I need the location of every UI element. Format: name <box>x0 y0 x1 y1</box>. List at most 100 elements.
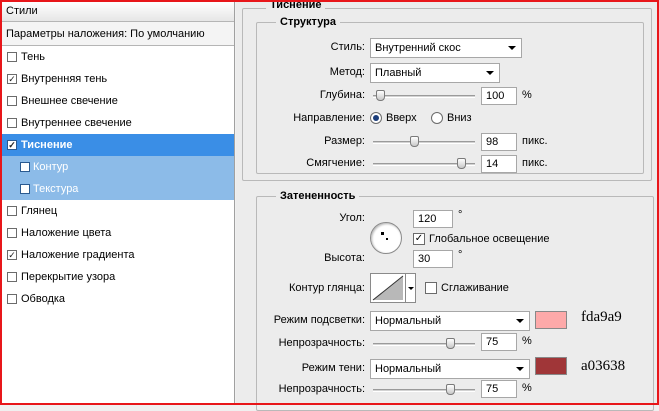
direction-down-radio[interactable] <box>431 112 443 124</box>
style-item-checkbox[interactable] <box>20 184 30 194</box>
section-title: Тиснение <box>266 0 326 11</box>
soften-input[interactable]: 14 <box>481 155 517 173</box>
style-item-label: Обводка <box>21 293 66 305</box>
highlight-opacity-slider[interactable] <box>373 338 475 350</box>
style-item-checkbox[interactable] <box>7 228 17 238</box>
highlight-opacity-unit: % <box>522 335 532 347</box>
altitude-input[interactable]: 30 <box>413 250 453 268</box>
style-item-label: Глянец <box>21 205 58 217</box>
style-item-label: Текстура <box>33 183 79 195</box>
style-item[interactable]: ✓ Наложение градиента <box>2 244 234 266</box>
depth-slider-track <box>373 95 475 98</box>
depth-label: Глубина: <box>319 89 365 101</box>
styles-title[interactable]: Стили <box>2 2 234 22</box>
style-item-checkbox[interactable]: ✓ <box>7 74 17 84</box>
depth-input[interactable]: 100 <box>481 87 517 105</box>
highlight-mode-value: Нормальный <box>375 315 442 327</box>
style-item[interactable]: Перекрытие узора <box>2 266 234 288</box>
angle-dial[interactable] <box>370 222 402 254</box>
altitude-label: Высота: <box>324 252 365 264</box>
style-item[interactable]: Глянец <box>2 200 234 222</box>
style-item[interactable]: Внутреннее свечение <box>2 112 234 134</box>
structure-title: Структура <box>276 16 340 28</box>
style-dropdown[interactable]: Внутренний скос <box>370 38 522 58</box>
style-item-label: Внутреннее свечение <box>21 117 132 129</box>
style-item[interactable]: ✓ Внутренняя тень <box>2 68 234 90</box>
highlight-color-swatch[interactable] <box>535 311 567 329</box>
style-item-checkbox[interactable] <box>7 206 17 216</box>
style-item[interactable]: ✓ Тиснение <box>2 134 234 156</box>
shadow-mode-value: Нормальный <box>375 363 442 375</box>
style-label: Стиль: <box>330 41 365 53</box>
shadow-mode-label: Режим тени: <box>301 362 365 374</box>
linear-contour-icon <box>372 275 404 301</box>
depth-unit: % <box>522 89 532 101</box>
soften-slider[interactable] <box>373 158 475 170</box>
soften-label: Смягчение: <box>306 157 365 169</box>
altitude-unit: ° <box>458 249 463 261</box>
style-item[interactable]: Тень <box>2 46 234 68</box>
size-input[interactable]: 98 <box>481 133 517 151</box>
style-item-label: Тиснение <box>21 139 73 151</box>
direction-up-label: Вверх <box>386 112 417 124</box>
gloss-contour-picker[interactable] <box>370 273 406 303</box>
shadow-opacity-label: Непрозрачность: <box>278 383 365 395</box>
style-item-label: Перекрытие узора <box>21 271 116 283</box>
shadow-mode-dropdown[interactable]: Нормальный <box>370 359 530 379</box>
style-item[interactable]: Контур <box>2 156 234 178</box>
highlight-hex-label: fda9a9 <box>581 309 622 325</box>
shadow-opacity-thumb[interactable] <box>445 384 455 395</box>
antialias-checkbox[interactable] <box>425 282 437 294</box>
angle-dial-light-marker <box>381 232 384 235</box>
angle-dial-center <box>386 238 388 240</box>
style-item-checkbox[interactable] <box>7 294 17 304</box>
shading-title: Затененность <box>276 190 360 202</box>
gloss-contour-label: Контур глянца: <box>288 282 365 294</box>
direction-label: Направление: <box>293 112 365 124</box>
depth-slider-thumb[interactable] <box>376 90 386 101</box>
blending-options-item[interactable]: Параметры наложения: По умолчанию <box>2 22 234 46</box>
style-value: Внутренний скос <box>375 42 461 54</box>
style-item[interactable]: Наложение цвета <box>2 222 234 244</box>
style-item-checkbox[interactable] <box>7 272 17 282</box>
style-item-label: Наложение градиента <box>21 249 135 261</box>
method-dropdown[interactable]: Плавный <box>370 63 500 83</box>
style-item-checkbox[interactable] <box>7 52 17 62</box>
style-item-checkbox[interactable]: ✓ <box>7 140 17 150</box>
size-slider-thumb[interactable] <box>409 136 419 147</box>
shadow-hex-label: a03638 <box>581 358 626 374</box>
soften-slider-thumb[interactable] <box>456 158 466 169</box>
size-unit: пикс. <box>522 135 548 147</box>
chevron-down-icon <box>516 367 524 371</box>
global-light-checkbox[interactable]: ✓ <box>413 233 425 245</box>
shadow-opacity-input[interactable]: 75 <box>481 380 517 398</box>
style-item-label: Контур <box>33 161 69 173</box>
shadow-color-swatch[interactable] <box>535 357 567 375</box>
style-item-checkbox[interactable]: ✓ <box>7 250 17 260</box>
style-item-checkbox[interactable] <box>20 162 30 172</box>
chevron-down-icon <box>508 46 516 50</box>
direction-up-radio[interactable] <box>370 112 382 124</box>
highlight-opacity-thumb[interactable] <box>445 338 455 349</box>
style-item[interactable]: Обводка <box>2 288 234 310</box>
shadow-opacity-slider[interactable] <box>373 384 475 396</box>
depth-slider[interactable] <box>373 90 475 102</box>
size-label: Размер: <box>324 135 365 147</box>
shadow-opacity-track <box>373 389 475 392</box>
method-value: Плавный <box>375 67 422 79</box>
style-item-checkbox[interactable] <box>7 96 17 106</box>
size-slider[interactable] <box>373 136 475 148</box>
style-item[interactable]: Внешнее свечение <box>2 90 234 112</box>
styles-panel: Стили Параметры наложения: По умолчанию … <box>2 2 235 403</box>
gloss-contour-dropdown-arrow[interactable] <box>406 273 416 303</box>
bevel-emboss-panel: Тиснение Структура Стиль: Внутренний ско… <box>236 0 657 411</box>
style-item[interactable]: Текстура <box>2 178 234 200</box>
angle-input[interactable]: 120 <box>413 210 453 228</box>
soften-unit: пикс. <box>522 157 548 169</box>
style-item-label: Наложение цвета <box>21 227 112 239</box>
highlight-mode-dropdown[interactable]: Нормальный <box>370 311 530 331</box>
style-item-checkbox[interactable] <box>7 118 17 128</box>
style-item-label: Внутренняя тень <box>21 73 108 85</box>
highlight-opacity-label: Непрозрачность: <box>278 337 365 349</box>
highlight-opacity-input[interactable]: 75 <box>481 333 517 351</box>
